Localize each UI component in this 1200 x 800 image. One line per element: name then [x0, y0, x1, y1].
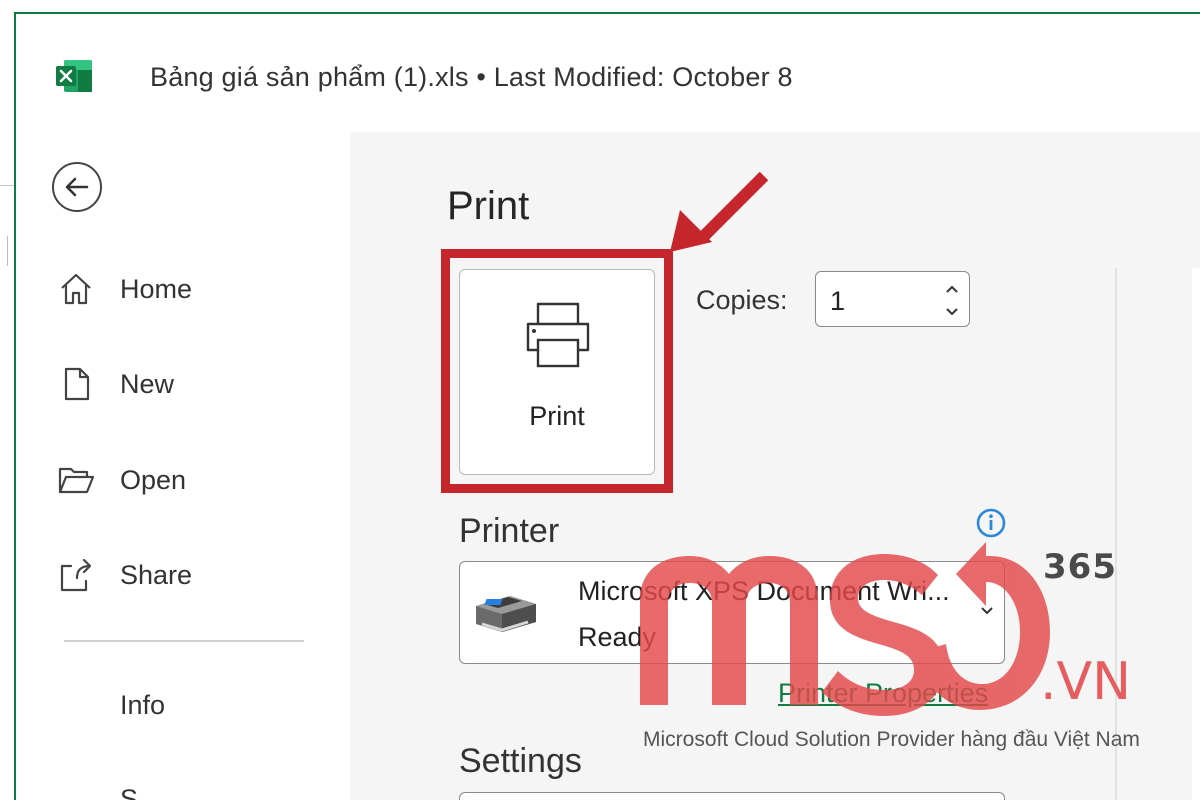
printer-icon	[526, 302, 590, 368]
copies-value: 1	[830, 286, 846, 316]
annotation-arrow-icon	[670, 171, 769, 252]
printer-status: Ready	[578, 622, 657, 652]
excel-backstage-window: Bảng giá sản phẩm (1).xls • Last Modifie…	[0, 0, 1200, 800]
share-icon	[56, 555, 96, 595]
printer-properties-link[interactable]: Printer Properties	[778, 678, 988, 709]
folder-open-icon	[56, 460, 96, 500]
print-panel: Print Print Copies: 1 Printer Microsoft …	[350, 132, 1200, 800]
window-edge	[0, 185, 14, 186]
printer-device-icon	[476, 596, 536, 632]
settings-heading: Settings	[459, 742, 582, 780]
nav-label-share: Share	[120, 559, 193, 590]
printer-name: Microsoft XPS Document Wri...	[578, 576, 950, 606]
print-button[interactable]: Print	[459, 269, 655, 475]
settings-dropdown[interactable]	[459, 792, 1005, 800]
copies-label: Copies:	[696, 285, 788, 315]
backstage-nav: Home New Open Share	[16, 132, 350, 800]
new-file-icon	[56, 364, 96, 404]
excel-icon	[54, 58, 94, 94]
preview-pane-edge	[1192, 268, 1200, 800]
chevron-up-icon[interactable]	[943, 281, 961, 299]
window-edge-tick	[7, 236, 8, 266]
chevron-down-icon	[981, 607, 993, 615]
nav-label-home: Home	[120, 273, 193, 304]
nav-item-open[interactable]: Open	[56, 455, 186, 505]
nav-item-info[interactable]: Info	[120, 690, 165, 721]
preview-divider	[1115, 268, 1117, 800]
nav-item-new[interactable]: New	[56, 359, 174, 409]
back-arrow-icon	[65, 177, 89, 197]
nav-item-home[interactable]: Home	[56, 264, 192, 314]
nav-item-save-partial[interactable]: S	[120, 784, 138, 800]
print-button-label: Print	[529, 401, 585, 431]
page-title: Print	[447, 184, 530, 228]
document-title: Bảng giá sản phẩm (1).xls • Last Modifie…	[150, 62, 793, 92]
printer-dropdown[interactable]: Microsoft XPS Document Wri... Ready	[459, 561, 1005, 664]
chevron-down-icon[interactable]	[943, 302, 961, 320]
printer-heading: Printer	[459, 512, 560, 550]
back-button[interactable]	[52, 162, 102, 212]
nav-label-open: Open	[120, 464, 187, 495]
nav-item-share[interactable]: Share	[56, 550, 192, 600]
home-icon	[56, 269, 96, 309]
window-border-top	[14, 12, 1200, 14]
nav-separator	[64, 640, 304, 642]
copies-stepper[interactable]: 1	[815, 271, 970, 327]
info-icon[interactable]	[975, 507, 1007, 539]
nav-label-new: New	[120, 368, 175, 399]
title-bar: Bảng giá sản phẩm (1).xls • Last Modifie…	[16, 14, 1200, 132]
